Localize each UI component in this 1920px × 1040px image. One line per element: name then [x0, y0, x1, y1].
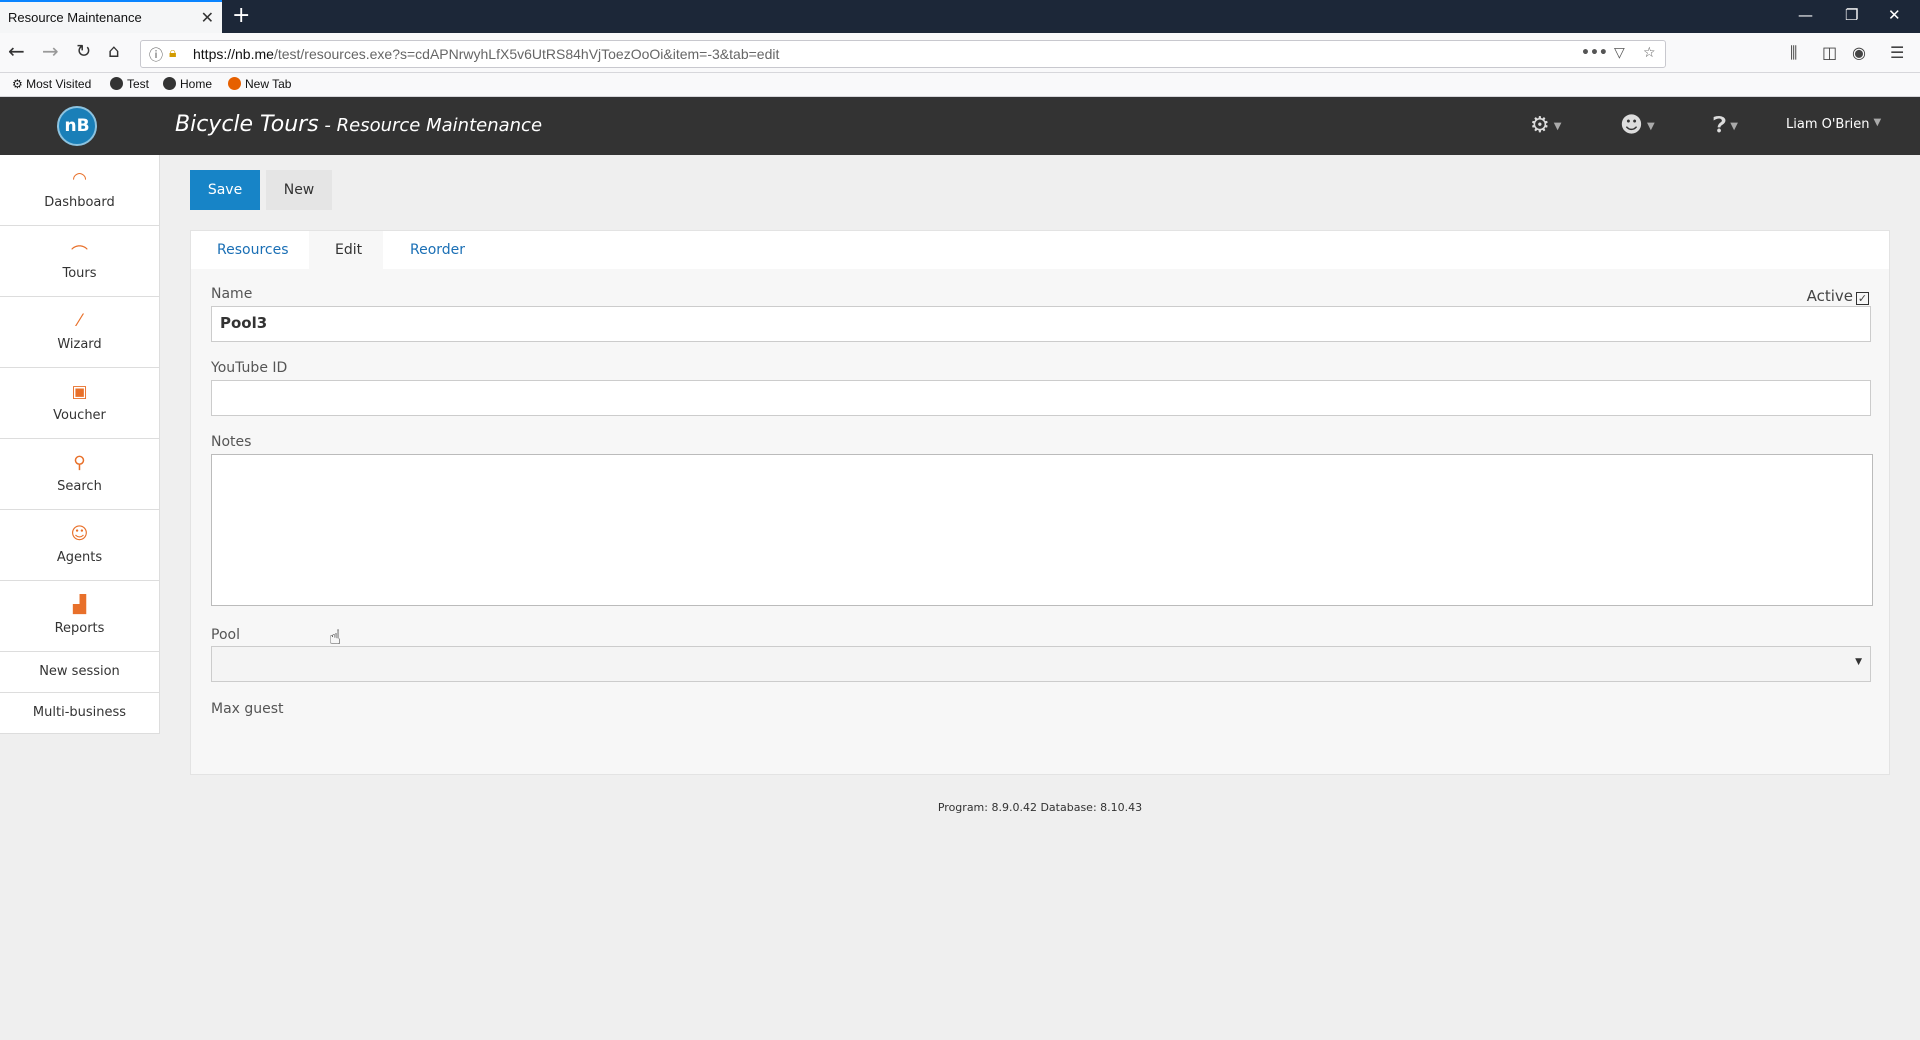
- home-icon[interactable]: ⌂: [108, 41, 119, 62]
- tab-reorder[interactable]: Reorder: [410, 242, 465, 258]
- chevron-down-icon: ▼: [1553, 121, 1562, 132]
- gear-icon: ⚙: [12, 77, 23, 91]
- info-icon[interactable]: ⓘ: [149, 45, 163, 65]
- url-bar[interactable]: ⓘ 🔒︎ https://nb.me/test/resources.exe?s=…: [140, 40, 1666, 68]
- site-icon: [163, 77, 176, 90]
- user-secret-icon: ☻: [1620, 113, 1643, 138]
- sidebar-icon[interactable]: ◫: [1822, 43, 1837, 62]
- bookmarks-bar: ⚙ Most Visited Test Home New Tab: [0, 73, 1920, 97]
- notes-textarea[interactable]: [211, 454, 1873, 606]
- name-input[interactable]: Pool3: [211, 306, 1871, 342]
- app-logo[interactable]: nB: [57, 106, 97, 146]
- browser-tabbar: Resource Maintenance ✕ + — ❐ ✕: [0, 0, 1920, 33]
- search-icon: ⚲: [73, 453, 86, 473]
- star-icon[interactable]: ☆: [1643, 45, 1656, 61]
- site-icon: [110, 77, 123, 90]
- sidebar-item-voucher[interactable]: ▣ Voucher: [0, 368, 159, 439]
- sidebar-item-wizard[interactable]: ⁄ Wizard: [0, 297, 159, 368]
- bookmark-new-tab[interactable]: New Tab: [228, 77, 291, 91]
- gauge-icon: ◠: [72, 169, 87, 189]
- new-session-link[interactable]: New session: [0, 652, 159, 693]
- edit-panel: Resources Edit Reorder Name Active ✓ Pool…: [190, 230, 1890, 775]
- browser-tab[interactable]: Resource Maintenance ✕: [0, 0, 222, 33]
- save-button[interactable]: Save: [190, 170, 260, 210]
- account-icon[interactable]: ◉: [1852, 43, 1866, 62]
- multi-business-link[interactable]: Multi-business: [0, 693, 159, 734]
- lock-warning-icon[interactable]: 🔒︎: [169, 45, 176, 61]
- help-menu[interactable]: ❓︎ ▼: [1713, 113, 1738, 138]
- more-icon[interactable]: •••: [1581, 45, 1608, 61]
- chevron-down-icon: ▼: [1873, 117, 1882, 128]
- pool-label: Pool: [211, 627, 240, 643]
- url-host: https://nb.me: [193, 46, 274, 62]
- sidebar-item-dashboard[interactable]: ◠ Dashboard: [0, 155, 159, 226]
- gift-icon: ▣: [71, 382, 88, 402]
- pocket-icon[interactable]: ▽: [1614, 45, 1625, 61]
- app-header: nB Bicycle Tours - Resource Maintenance …: [0, 97, 1920, 155]
- checkbox-checked-icon[interactable]: ✓: [1856, 292, 1869, 305]
- gear-icon: ⚙: [1530, 113, 1550, 138]
- max-guest-label: Max guest: [211, 701, 284, 717]
- sidebar: ◠ Dashboard ⌒ Tours ⁄ Wizard ▣ Voucher ⚲ Sear…: [0, 155, 160, 734]
- pool-select[interactable]: ▼: [211, 646, 1871, 682]
- forward-icon[interactable]: →: [42, 39, 59, 63]
- agent-menu[interactable]: ☻ ▼: [1620, 113, 1655, 138]
- back-icon[interactable]: ←: [8, 39, 25, 63]
- minimize-icon[interactable]: —: [1798, 6, 1813, 24]
- youtube-id-label: YouTube ID: [211, 360, 288, 376]
- sidebar-item-search[interactable]: ⚲ Search: [0, 439, 159, 510]
- browser-navbar: ← → ↻ ⌂ ⓘ 🔒︎ https://nb.me/test/resource…: [0, 33, 1920, 73]
- tab-resources[interactable]: Resources: [217, 242, 289, 258]
- chevron-down-icon: ▼: [1855, 657, 1862, 667]
- name-label: Name: [211, 286, 253, 302]
- new-button[interactable]: New: [266, 170, 332, 210]
- new-tab-icon[interactable]: +: [232, 3, 250, 28]
- library-icon[interactable]: ⫼: [1790, 43, 1797, 63]
- agent-icon: ☺: [70, 524, 89, 544]
- page-title: Bicycle Tours - Resource Maintenance: [175, 112, 543, 137]
- help-icon: ❓︎: [1713, 113, 1727, 138]
- settings-menu[interactable]: ⚙ ▼: [1530, 113, 1561, 138]
- tab-edit[interactable]: Edit: [335, 242, 362, 258]
- browser-tab-title: Resource Maintenance: [8, 10, 142, 25]
- bookmark-home[interactable]: Home: [163, 77, 212, 91]
- close-tab-icon[interactable]: ✕: [201, 8, 214, 28]
- url-path: /test/resources.exe?s=cdAPNrwyhLfX5v6UtR…: [273, 46, 780, 62]
- hanger-icon: ⌒: [71, 245, 88, 265]
- sidebar-item-agents[interactable]: ☺ Agents: [0, 510, 159, 581]
- notes-label: Notes: [211, 434, 252, 450]
- sidebar-item-tours[interactable]: ⌒ Tours: [0, 226, 159, 297]
- restore-icon[interactable]: ❐: [1845, 6, 1858, 24]
- close-window-icon[interactable]: ✕: [1888, 6, 1901, 24]
- sidebar-item-reports[interactable]: ▟ Reports: [0, 581, 159, 652]
- hand-cursor-icon: ☝: [329, 625, 342, 649]
- user-menu[interactable]: Liam O'Brien ▼: [1786, 117, 1881, 132]
- youtube-id-input[interactable]: [211, 380, 1871, 416]
- chart-icon: ▟: [72, 595, 87, 615]
- active-checkbox[interactable]: Active ✓: [1807, 287, 1869, 305]
- firefox-icon: [228, 77, 241, 90]
- bookmark-test[interactable]: Test: [110, 77, 149, 91]
- wand-icon: ⁄: [78, 311, 81, 331]
- bookmark-most-visited[interactable]: ⚙ Most Visited: [12, 77, 91, 91]
- chevron-down-icon: ▼: [1646, 121, 1655, 132]
- tab-strip: Resources Edit Reorder: [191, 231, 1889, 269]
- reload-icon[interactable]: ↻: [76, 41, 91, 62]
- chevron-down-icon: ▼: [1730, 121, 1738, 132]
- menu-icon[interactable]: ☰: [1890, 43, 1904, 62]
- version-footer: Program: 8.9.0.42 Database: 8.10.43: [937, 801, 1143, 814]
